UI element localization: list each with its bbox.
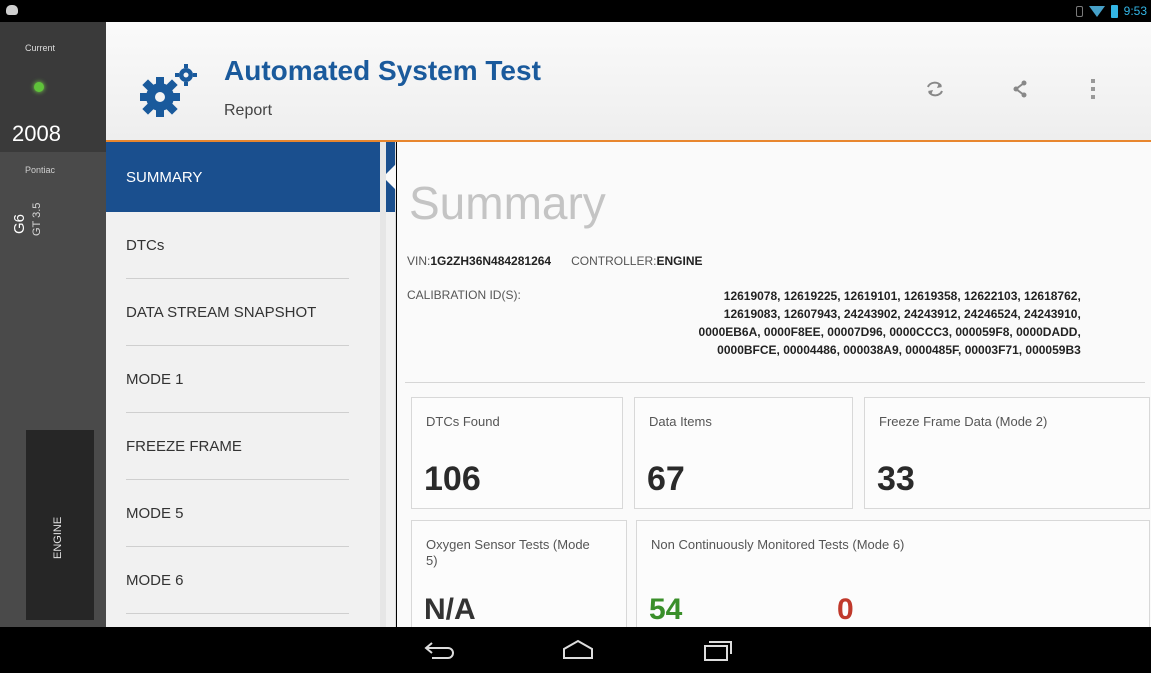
nav-item-mode-5[interactable]: MODE 5 — [106, 480, 395, 547]
nav-item-label: DATA STREAM SNAPSHOT — [126, 304, 317, 321]
card-label: DTCs Found — [426, 414, 500, 429]
battery-icon — [1110, 4, 1118, 18]
vin-value: 1G2ZH36N484281264 — [430, 254, 552, 268]
nav-item-data-stream-snapshot[interactable]: DATA STREAM SNAPSHOT — [106, 279, 395, 346]
freeze-frame-card[interactable]: Freeze Frame Data (Mode 2) 33 — [864, 397, 1150, 509]
share-icon — [1013, 80, 1027, 98]
vibrate-icon — [1075, 5, 1083, 17]
divider — [405, 382, 1145, 383]
page-subtitle: Report — [224, 102, 273, 119]
calibration-line: 0000EB6A, 0000F8EE, 00007D96, 0000CCC3, … — [698, 325, 1081, 339]
overflow-menu-button[interactable] — [1076, 72, 1110, 106]
app-window: 9:53 Current 2008 Pontiac G6 GT 3.5 ENGI… — [0, 0, 1151, 673]
controller-label: CONTROLLER: — [571, 254, 657, 268]
calibration-line: 12619078, 12619225, 12619101, 12619358, … — [723, 289, 1081, 303]
card-value: 106 — [424, 460, 481, 498]
vin-label: VIN: — [407, 254, 431, 268]
controller-tab-label: ENGINE — [52, 516, 64, 559]
card-label: Freeze Frame Data (Mode 2) — [879, 414, 1048, 429]
current-vehicle-panel[interactable]: Current 2008 — [0, 22, 106, 152]
card-value: 67 — [647, 460, 685, 498]
current-label: Current — [24, 43, 55, 53]
calibration-ids: CALIBRATION ID(S): 12619078, 12619225, 1… — [407, 288, 1147, 359]
nav-item-freeze-frame[interactable]: FREEZE FRAME — [106, 413, 395, 480]
nav-item-mode-1[interactable]: MODE 1 — [106, 346, 395, 413]
share-button[interactable] — [1003, 72, 1037, 106]
refresh-icon — [927, 81, 943, 97]
nav-item-label: FREEZE FRAME — [126, 438, 242, 455]
nav-item-label: DTCs — [126, 237, 165, 254]
data-items-card[interactable]: Data Items 67 — [634, 397, 853, 509]
divider — [126, 613, 349, 614]
notification-icon — [6, 5, 18, 15]
app-header: Automated System Test Report — [106, 22, 1151, 142]
vehicle-trim: GT 3.5 — [31, 202, 43, 236]
nav-item-label: MODE 5 — [126, 505, 184, 522]
back-icon[interactable] — [420, 637, 460, 663]
vin-line: VIN:1G2ZH36N484281264 CONTROLLER:ENGINE — [407, 254, 703, 268]
status-bar: 9:53 — [0, 0, 1151, 22]
vehicle-rail[interactable]: Current 2008 Pontiac G6 GT 3.5 ENGINE — [0, 22, 106, 627]
vehicle-model: G6 — [11, 213, 28, 234]
calibration-label: CALIBRATION ID(S): — [407, 288, 521, 302]
vehicle-year: 2008 — [12, 121, 61, 146]
status-icons: 9:53 — [1075, 2, 1147, 20]
refresh-button[interactable] — [918, 72, 952, 106]
controller-value: ENGINE — [656, 254, 703, 268]
gears-icon — [140, 64, 197, 117]
controller-tab-engine[interactable]: ENGINE — [26, 430, 94, 620]
mode6-card[interactable]: Non Continuously Monitored Tests (Mode 6… — [636, 520, 1150, 627]
card-label: Non Continuously Monitored Tests (Mode 6… — [651, 537, 905, 552]
calibration-line: 12619083, 12607943, 24243902, 24243912, … — [723, 307, 1081, 321]
nav-item-mode-6[interactable]: MODE 6 — [106, 547, 395, 614]
vehicle-make: Pontiac — [24, 165, 56, 175]
card-label: Data Items — [649, 414, 712, 429]
home-icon[interactable] — [558, 637, 598, 663]
nav-item-dtcs[interactable]: DTCs — [106, 212, 395, 279]
section-title: Summary — [409, 177, 606, 229]
calibration-line: 0000BFCE, 00004486, 000038A9, 0000485F, … — [717, 343, 1081, 357]
oxygen-sensor-card[interactable]: Oxygen Sensor Tests (Mode 5) N/A — [411, 520, 627, 627]
nav-item-label: MODE 6 — [126, 572, 184, 589]
overflow-menu-icon — [1091, 79, 1095, 99]
report-section-nav: SUMMARY DTCs DATA STREAM SNAPSHOT MODE 1… — [106, 142, 396, 627]
wifi-icon — [1088, 5, 1105, 17]
nav-scrollbar[interactable] — [380, 142, 386, 627]
card-value: 33 — [877, 460, 915, 498]
card-value: N/A — [424, 593, 476, 626]
nav-item-label: SUMMARY — [126, 168, 203, 186]
connection-status-icon — [34, 82, 44, 92]
failed-value: 0 — [837, 593, 854, 626]
calibration-values: 12619078, 12619225, 12619101, 12619358, … — [521, 287, 1081, 359]
clock: 9:53 — [1123, 4, 1147, 18]
recents-icon[interactable] — [696, 637, 736, 663]
nav-item-label: MODE 1 — [126, 371, 184, 388]
summary-panel: Summary VIN:1G2ZH36N484281264 CONTROLLER… — [397, 142, 1151, 627]
system-nav-bar — [0, 627, 1151, 673]
card-label: Oxygen Sensor Tests (Mode 5) — [426, 537, 590, 568]
passed-value: 54 — [649, 593, 683, 626]
page-title: Automated System Test — [224, 55, 541, 86]
nav-item-summary[interactable]: SUMMARY — [106, 142, 396, 212]
dtcs-found-card[interactable]: DTCs Found 106 — [411, 397, 623, 509]
